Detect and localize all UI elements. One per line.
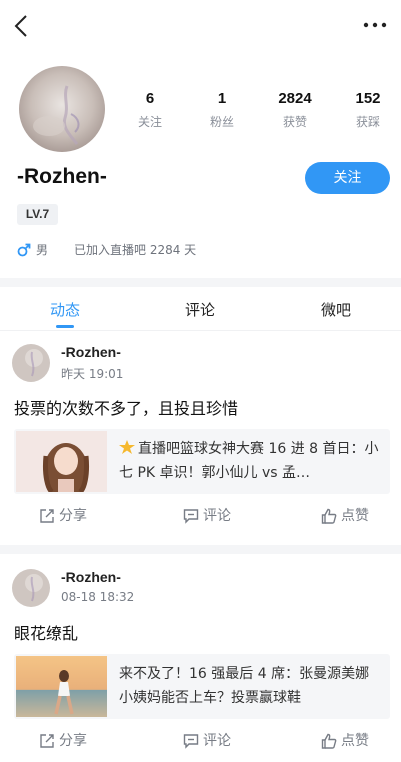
post-avatar[interactable] — [12, 344, 50, 382]
stat-label: 获踩 — [355, 115, 380, 129]
post-username[interactable]: -Rozhen- — [61, 569, 121, 585]
stat-label: 获赞 — [282, 115, 307, 129]
stat-label: 关注 — [137, 115, 162, 129]
profile-username: -Rozhen- — [17, 165, 107, 188]
stat-following[interactable]: 6 关注 — [120, 90, 180, 131]
share-label: 分享 — [59, 733, 87, 749]
comment-label: 评论 — [203, 508, 231, 524]
level-badge: LV.7 — [17, 204, 58, 225]
section-divider — [0, 545, 401, 554]
chevron-left-icon[interactable] — [10, 12, 34, 40]
section-divider — [0, 278, 401, 287]
post-username[interactable]: -Rozhen- — [61, 344, 121, 360]
stat-dislikes[interactable]: 152 获踩 — [338, 90, 398, 131]
profile-tabs: 动态 评论 微吧 — [0, 287, 401, 331]
post-text: 投票的次数不多了，且投且珍惜 — [14, 399, 239, 418]
link-thumbnail — [16, 656, 107, 717]
more-dots-icon[interactable] — [363, 17, 387, 33]
thumbs-up-icon — [321, 733, 337, 749]
post-actions: 分享 评论 点赞 — [0, 722, 401, 758]
stat-value: 1 — [217, 90, 227, 107]
thumbs-up-icon — [321, 508, 337, 524]
stat-value: 2824 — [278, 90, 312, 107]
post-actions: 分享 评论 点赞 — [0, 497, 401, 533]
comment-icon — [183, 509, 199, 524]
tab-posts[interactable]: 动态 — [25, 299, 105, 320]
post-time: 08-18 18:32 — [61, 590, 135, 604]
stat-value: 152 — [355, 90, 381, 107]
link-card[interactable]: 直播吧篮球女神大赛 16 进 8 首日：小七 PK 卓识！郭小仙儿 vs 孟… — [14, 429, 390, 494]
link-card-text: 来不及了！16 强最后 4 席：张曼源美娜小姨妈能否上车？投票赢球鞋 — [119, 662, 381, 710]
share-label: 分享 — [59, 508, 87, 524]
avatar[interactable] — [19, 66, 105, 152]
share-icon — [40, 734, 54, 748]
link-card-title: 来不及了！16 强最后 4 席：张曼源美娜小姨妈能否上车？投票赢球鞋 — [119, 666, 370, 706]
gender-label: 男 — [36, 243, 49, 257]
post-avatar[interactable] — [12, 569, 50, 607]
stat-value: 6 — [145, 90, 155, 107]
follow-button[interactable]: 关注 — [305, 162, 390, 194]
comment-icon — [183, 734, 199, 749]
star-icon — [119, 440, 135, 454]
post-text: 眼花缭乱 — [14, 624, 79, 643]
link-card-title: 直播吧篮球女神大赛 16 进 8 首日：小七 PK 卓识！郭小仙儿 vs 孟… — [119, 441, 379, 481]
tab-indicator — [56, 325, 74, 328]
like-label: 点赞 — [341, 508, 369, 524]
link-thumbnail — [16, 431, 107, 492]
profile-stats: 6 关注 1 粉丝 2824 获赞 152 获踩 — [120, 90, 395, 134]
stat-label: 粉丝 — [209, 115, 234, 129]
tab-weiba[interactable]: 微吧 — [296, 299, 376, 320]
post-time: 昨天 19:01 — [61, 367, 124, 381]
post-item: -Rozhen- 昨天 19:01 投票的次数不多了，且投且珍惜 直播吧篮球女神… — [0, 331, 401, 542]
joined-days: 已加入直播吧 2284 天 — [74, 243, 197, 257]
link-card[interactable]: 来不及了！16 强最后 4 席：张曼源美娜小姨妈能否上车？投票赢球鞋 — [14, 654, 390, 719]
link-card-text: 直播吧篮球女神大赛 16 进 8 首日：小七 PK 卓识！郭小仙儿 vs 孟… — [119, 437, 381, 485]
top-bar — [0, 0, 401, 52]
stat-followers[interactable]: 1 粉丝 — [192, 90, 252, 131]
comment-label: 评论 — [203, 733, 231, 749]
like-label: 点赞 — [341, 733, 369, 749]
share-icon — [40, 509, 54, 523]
male-icon — [17, 243, 31, 257]
stat-likes[interactable]: 2824 获赞 — [265, 90, 325, 131]
tab-comments[interactable]: 评论 — [160, 299, 240, 320]
post-item: -Rozhen- 08-18 18:32 眼花缭乱 来不及了！16 强最后 4 … — [0, 556, 401, 762]
